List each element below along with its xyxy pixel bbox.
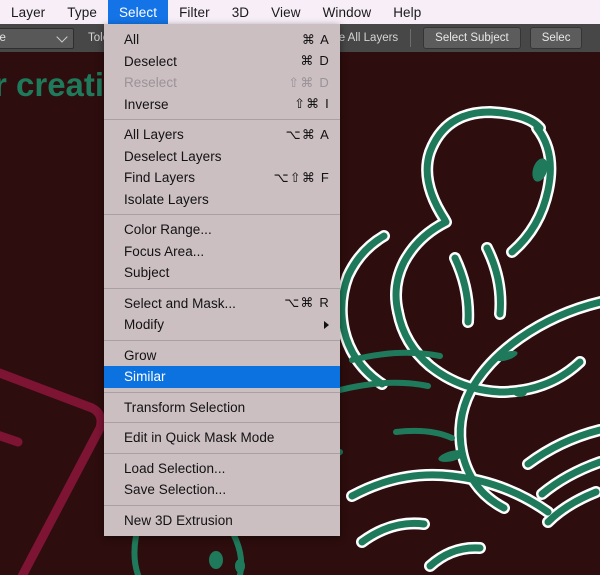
menu-item-color-range[interactable]: Color Range... [104, 219, 340, 241]
application-menu-bar: Layer Type Select Filter 3D View Window Help [0, 0, 600, 24]
menu-item-label: Grow [124, 347, 157, 363]
menu-separator [104, 452, 340, 454]
menu-item-shortcut: ⌘ A [301, 31, 330, 47]
menubar-item-type[interactable]: Type [56, 0, 108, 24]
chevron-right-icon [324, 320, 329, 329]
menubar-item-select[interactable]: Select [107, 0, 169, 24]
select-subject-button[interactable]: Select Subject [423, 27, 521, 49]
menu-item-inverse[interactable]: Inverse ⇧⌘ I [104, 94, 340, 116]
menu-separator [104, 422, 340, 423]
menu-item-edit-in-quick-mask-mode[interactable]: Edit in Quick Mask Mode [104, 427, 340, 449]
menu-item-similar[interactable]: Similar [104, 366, 340, 388]
menu-item-all[interactable]: All ⌘ A [104, 29, 340, 51]
menu-item-deselect[interactable]: Deselect ⌘ D [104, 51, 340, 73]
menu-separator [104, 504, 340, 506]
chevron-down-icon [56, 31, 68, 43]
menu-item-label: Deselect [124, 53, 177, 69]
menu-item-grow[interactable]: Grow [104, 345, 340, 367]
menu-item-new-3d-extrusion[interactable]: New 3D Extrusion [104, 510, 340, 532]
menu-item-label: Load Selection... [124, 460, 226, 476]
select-and-mask-button[interactable]: Selec [529, 27, 583, 49]
menu-item-label: Modify [124, 317, 165, 333]
menu-item-isolate-layers[interactable]: Isolate Layers [104, 189, 340, 211]
menu-item-label: Focus Area... [124, 243, 205, 259]
menu-item-label: Isolate Layers [124, 191, 209, 207]
menu-item-load-selection[interactable]: Load Selection... [104, 458, 340, 480]
menu-separator [104, 339, 340, 341]
menu-item-label: Edit in Quick Mask Mode [124, 430, 275, 446]
menu-item-focus-area[interactable]: Focus Area... [104, 241, 340, 263]
menu-separator [104, 119, 340, 120]
menu-item-label: Select and Mask... [124, 295, 236, 311]
menu-item-shortcut: ⌘ D [300, 53, 330, 69]
menu-item-label: Reselect [124, 75, 177, 91]
menu-item-label: Find Layers [124, 170, 196, 186]
menu-item-reselect: Reselect ⇧⌘ D [104, 72, 340, 94]
menu-item-shortcut: ⌥⇧⌘ F [273, 169, 330, 185]
menu-item-label: New 3D Extrusion [124, 512, 233, 528]
menu-item-transform-selection[interactable]: Transform Selection [104, 397, 340, 419]
menu-item-save-selection[interactable]: Save Selection... [104, 479, 340, 501]
menu-item-all-layers[interactable]: All Layers ⌥⌘ A [104, 124, 340, 146]
menu-item-modify[interactable]: Modify [104, 314, 340, 336]
menu-item-deselect-layers[interactable]: Deselect Layers [104, 146, 340, 168]
select-menu-dropdown[interactable]: All ⌘ A Deselect ⌘ D Reselect ⇧⌘ D Inverse ⇧⌘ I… [104, 24, 340, 536]
menubar-item-help[interactable]: Help [382, 0, 432, 24]
menu-separator [104, 214, 340, 215]
sample-size-value: mple [0, 32, 6, 44]
menu-item-shortcut: ⇧⌘ D [288, 74, 330, 90]
menu-item-label: Inverse [124, 96, 169, 112]
menu-item-select-and-mask[interactable]: Select and Mask... ⌥⌘ R [104, 293, 340, 315]
photoshop-window: r creati mple Toler: Sample All Layers S… [0, 0, 600, 575]
menubar-item-filter[interactable]: Filter [168, 0, 221, 24]
sample-size-select[interactable]: mple [0, 27, 74, 49]
menu-item-label: Similar [124, 369, 166, 385]
menubar-item-window[interactable]: Window [312, 0, 383, 24]
menu-item-label: Save Selection... [124, 482, 227, 498]
menu-item-label: All Layers [124, 127, 184, 143]
menu-separator [104, 287, 340, 289]
toolbar-divider [410, 29, 412, 47]
menubar-item-view[interactable]: View [260, 0, 311, 24]
menubar-item-3d[interactable]: 3D [221, 0, 260, 24]
menu-item-shortcut: ⌥⌘ A [285, 126, 330, 142]
menubar-item-layer[interactable]: Layer [0, 0, 56, 24]
menu-item-label: Deselect Layers [124, 148, 222, 164]
menu-item-label: Color Range... [124, 222, 212, 238]
menu-item-label: All [124, 32, 140, 48]
canvas-text-overlay: r creati [0, 66, 104, 103]
menu-separator [104, 391, 340, 393]
menu-item-shortcut: ⇧⌘ I [294, 96, 330, 112]
menu-item-label: Subject [124, 265, 170, 281]
menu-item-shortcut: ⌥⌘ R [284, 295, 330, 311]
menu-item-label: Transform Selection [124, 399, 246, 415]
menu-item-subject[interactable]: Subject [104, 262, 340, 284]
menu-item-find-layers[interactable]: Find Layers ⌥⇧⌘ F [104, 167, 340, 189]
